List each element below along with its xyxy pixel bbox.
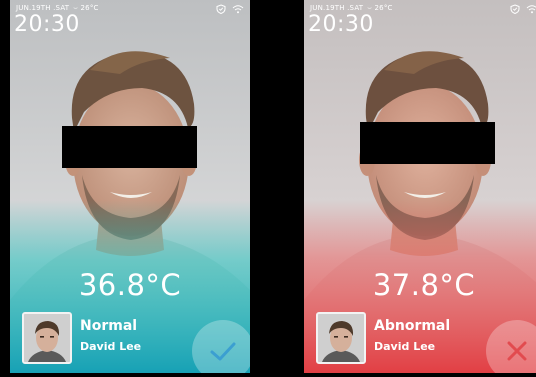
- profile-photo: [24, 314, 70, 362]
- status-label: Abnormal: [374, 318, 451, 334]
- temperature-reading: 36.8°C: [78, 268, 182, 302]
- temperature-reading: 37.8°C: [372, 268, 476, 302]
- status-bar-time: 20:30: [308, 12, 374, 37]
- shield-icon: [510, 4, 520, 14]
- abnormal-screen: JUN.19TH .SAT ⌣ 26°C 20:30 37.8°C Abnorm…: [304, 0, 536, 373]
- profile-photo: [318, 314, 364, 362]
- status-bar-time: 20:30: [14, 12, 80, 37]
- system-icons: [510, 4, 536, 14]
- avatar: [316, 312, 366, 364]
- system-icons: [216, 4, 244, 14]
- result-badge: [192, 320, 250, 373]
- close-x-icon: [507, 341, 527, 361]
- wifi-icon: [232, 5, 244, 14]
- checkmark-icon: [210, 342, 236, 361]
- person-name: David Lee: [80, 340, 142, 353]
- shield-icon: [216, 4, 226, 14]
- thermometer-icon: ⌣: [365, 4, 373, 12]
- status-label: Normal: [80, 318, 138, 334]
- person-name: David Lee: [374, 340, 436, 353]
- thermometer-icon: ⌣: [71, 4, 79, 12]
- avatar: [22, 312, 72, 364]
- normal-screen: JUN.19TH .SAT ⌣ 26°C 20:30 36.8°C Normal…: [10, 0, 250, 373]
- wifi-icon: [526, 5, 536, 14]
